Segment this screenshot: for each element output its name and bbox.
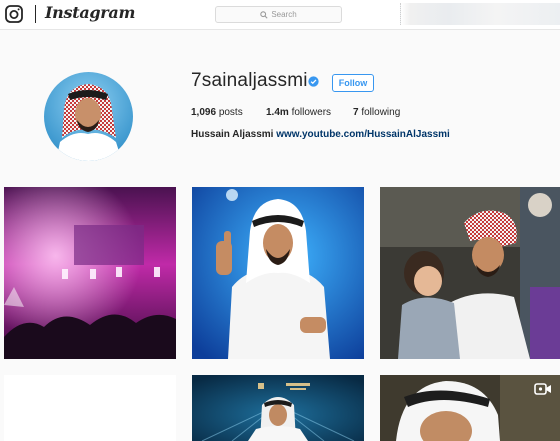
post-thumbnail[interactable] bbox=[380, 187, 560, 359]
followers-count[interactable]: 1.4m followers bbox=[266, 107, 331, 118]
post-image-thumbs-up bbox=[192, 187, 364, 359]
following-count-label: following bbox=[361, 107, 401, 118]
verified-badge-icon bbox=[308, 76, 319, 87]
search-placeholder: Search bbox=[271, 10, 297, 19]
post-image-concert bbox=[4, 187, 176, 359]
profile-website-link[interactable]: www.youtube.com/HussainAlJassmi bbox=[276, 129, 450, 140]
search-input[interactable]: Search bbox=[215, 6, 342, 23]
posts-count-value: 1,096 bbox=[191, 107, 217, 118]
post-image-poster bbox=[192, 375, 364, 441]
follow-button[interactable]: Follow bbox=[332, 74, 374, 92]
header-right-area bbox=[400, 3, 560, 25]
post-thumbnail[interactable] bbox=[192, 187, 364, 359]
avatar-photo bbox=[44, 72, 133, 161]
profile-username: 7sainaljassmi bbox=[191, 70, 308, 91]
following-count[interactable]: 7 following bbox=[353, 107, 400, 118]
posts-count: 1,096 posts bbox=[191, 107, 243, 118]
top-navigation-bar: Instagram Search bbox=[0, 0, 560, 30]
post-thumbnail[interactable] bbox=[4, 187, 176, 359]
following-count-value: 7 bbox=[353, 107, 359, 118]
header-divider bbox=[35, 5, 36, 23]
followers-count-value: 1.4m bbox=[266, 107, 289, 118]
post-thumbnail-video[interactable] bbox=[380, 375, 560, 441]
posts-count-label: posts bbox=[218, 107, 243, 118]
post-image-blank bbox=[4, 375, 176, 441]
post-thumbnail[interactable] bbox=[192, 375, 364, 441]
post-image-family bbox=[380, 187, 560, 359]
profile-full-name: Hussain Aljassmi bbox=[191, 129, 274, 140]
video-camera-icon bbox=[534, 383, 551, 395]
profile-bio: Hussain Aljassmi www.youtube.com/Hussain… bbox=[191, 129, 450, 140]
post-image-portrait bbox=[380, 375, 560, 441]
instagram-wordmark-logo[interactable]: Instagram bbox=[45, 3, 135, 22]
profile-avatar[interactable] bbox=[44, 72, 133, 161]
instagram-glyph-icon[interactable] bbox=[5, 5, 23, 23]
search-icon bbox=[260, 10, 268, 19]
followers-count-label: followers bbox=[291, 107, 332, 118]
post-thumbnail[interactable] bbox=[4, 375, 176, 441]
